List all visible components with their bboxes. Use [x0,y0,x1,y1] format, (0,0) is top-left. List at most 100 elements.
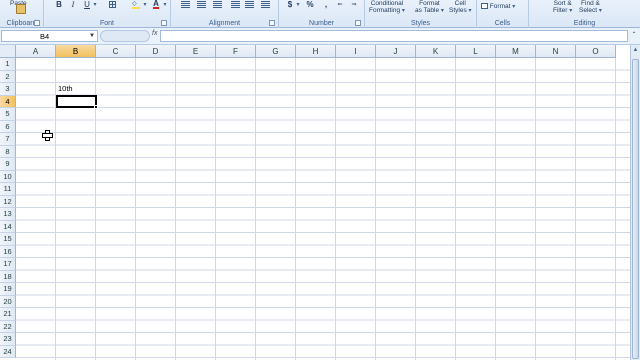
select-all-button[interactable] [0,45,16,58]
font-color-dropdown-icon[interactable]: ▾ [162,0,168,9]
active-cell-b4[interactable] [56,95,98,109]
decrease-decimal-icon: ⇒ [351,2,357,8]
row-header-1[interactable]: 1 [0,58,16,71]
increase-indent-button[interactable] [243,0,255,9]
column-header-k[interactable]: K [416,45,456,58]
column-header-l[interactable]: L [456,45,496,58]
column-header-h[interactable]: H [296,45,336,58]
format-button[interactable]: Format ▾ [481,3,515,11]
sort-filter-button[interactable]: Sort & Filter ▾ [553,0,572,15]
decrease-indent-button[interactable] [229,0,241,9]
comma-button[interactable]: , [321,0,331,9]
row-header-23[interactable]: 23 [0,333,16,346]
row-header-8[interactable]: 8 [0,145,16,158]
currency-button[interactable]: $ [285,0,295,9]
borders-button[interactable] [106,0,118,9]
increase-decimal-icon: ⇐ [337,2,343,8]
column-header-f[interactable]: F [216,45,256,58]
row-header-21[interactable]: 21 [0,308,16,321]
row-header-22[interactable]: 22 [0,320,16,333]
fill-color-icon: ◇ [132,1,140,9]
scroll-up-icon[interactable]: ▲ [631,47,640,53]
underline-dropdown-icon[interactable]: ▾ [92,0,98,9]
row-header-3[interactable]: 3 [0,83,16,96]
cell-styles-button[interactable]: Cell Styles ▾ [449,0,472,15]
name-box-dropdown-icon[interactable]: ▼ [89,31,95,42]
column-header-a[interactable]: A [16,45,56,58]
column-header-n[interactable]: N [536,45,576,58]
vertical-scrollbar-thumb[interactable] [632,59,639,359]
alignment-group-label: Alignment [208,20,241,27]
align-center-button[interactable] [195,0,207,9]
name-box[interactable]: B4 ▼ [1,30,98,42]
fill-handle[interactable] [94,105,98,109]
decrease-decimal-button[interactable]: ⇒ [349,0,359,9]
format-dropdown-icon: ▾ [512,4,516,10]
find-select-button[interactable]: Find & Select ▾ [579,0,602,15]
clipboard-group: Paste Clipboard [0,0,44,28]
row-header-13[interactable]: 13 [0,208,16,221]
bold-button[interactable]: B [54,0,64,9]
row-header-11[interactable]: 11 [0,183,16,196]
sort-filter-line2: Filter ▾ [553,7,573,14]
formula-bar-divider [100,30,150,42]
cell-b3[interactable]: 10th [58,84,73,93]
expand-formula-bar-icon[interactable]: ⌃ [630,31,638,41]
increase-decimal-button[interactable]: ⇐ [335,0,345,9]
percent-button[interactable]: % [305,0,315,9]
underline-button[interactable]: U [82,0,92,9]
row-header-7[interactable]: 7 [0,133,16,146]
column-header-i[interactable]: I [336,45,376,58]
row-header-4[interactable]: 4 [0,95,16,108]
vertical-scrollbar[interactable]: ▲ [630,45,640,360]
column-header-g[interactable]: G [256,45,296,58]
clipboard-launcher-button[interactable] [34,20,40,26]
row-header-15[interactable]: 15 [0,233,16,246]
row-header-2[interactable]: 2 [0,70,16,83]
borders-icon [108,1,116,8]
row-header-19[interactable]: 19 [0,283,16,296]
font-color-button[interactable]: A [150,0,162,9]
column-header-o[interactable]: O [576,45,616,58]
italic-button[interactable]: I [68,0,78,9]
align-left-button[interactable] [179,0,191,9]
row-header-16[interactable]: 16 [0,245,16,258]
font-color-icon: A [153,0,159,9]
column-header-j[interactable]: J [376,45,416,58]
formula-bar: B4 ▼ fx ⌃ [0,28,640,45]
name-box-value: B4 [40,32,50,41]
currency-dropdown-icon[interactable]: ▾ [295,0,301,9]
fill-color-button[interactable]: ◇ [130,0,142,9]
paste-icon[interactable] [16,4,26,14]
row-header-14[interactable]: 14 [0,220,16,233]
row-header-6[interactable]: 6 [0,120,16,133]
formula-input[interactable] [160,30,628,42]
column-header-m[interactable]: M [496,45,536,58]
number-launcher-button[interactable] [355,20,361,26]
row-header-17[interactable]: 17 [0,258,16,271]
fill-color-dropdown-icon[interactable]: ▾ [142,0,148,9]
excel-window: Paste Clipboard B I U ▾ ◇ ▾ A ▾ Font [0,0,640,360]
styles-group-label: Styles [410,20,431,27]
column-header-b[interactable]: B [56,45,96,58]
row-header-9[interactable]: 9 [0,158,16,171]
column-header-e[interactable]: E [176,45,216,58]
format-label: Format [489,3,511,10]
align-right-button[interactable] [211,0,223,9]
alignment-launcher-button[interactable] [269,20,275,26]
conditional-formatting-button[interactable]: Conditional Formatting ▾ [369,0,405,15]
cell-styles-line2: Styles ▾ [449,7,472,14]
merge-center-button[interactable] [259,0,271,9]
row-header-18[interactable]: 18 [0,270,16,283]
row-header-5[interactable]: 5 [0,108,16,121]
column-header-d[interactable]: D [136,45,176,58]
font-launcher-button[interactable] [161,20,167,26]
format-as-table-button[interactable]: Format as Table ▾ [415,0,444,15]
row-header-20[interactable]: 20 [0,295,16,308]
row-header-24[interactable]: 24 [0,345,16,358]
row-header-10[interactable]: 10 [0,170,16,183]
cell-grid[interactable] [16,58,630,360]
insert-function-icon[interactable]: fx [152,30,157,37]
column-header-c[interactable]: C [96,45,136,58]
row-header-12[interactable]: 12 [0,195,16,208]
